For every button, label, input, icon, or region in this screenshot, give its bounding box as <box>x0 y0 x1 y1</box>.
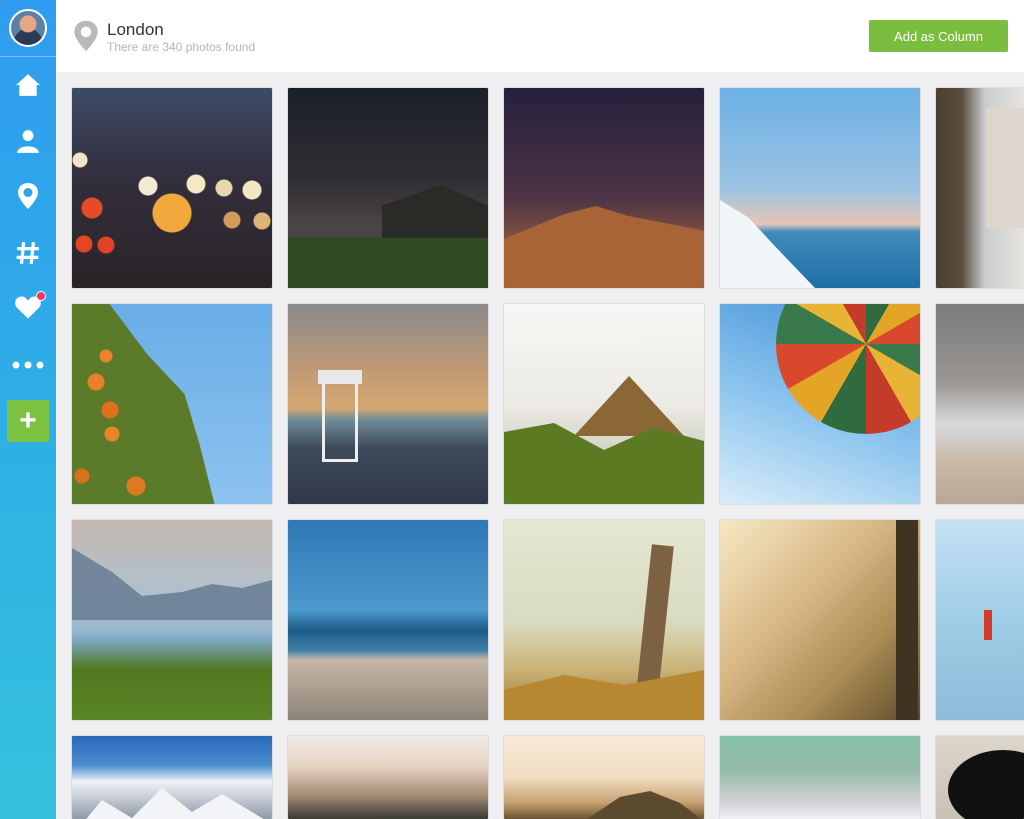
photo-thumbnail[interactable] <box>936 304 1024 504</box>
sidebar: + <box>0 0 56 819</box>
photo-thumbnail[interactable] <box>288 520 488 720</box>
add-stream-button[interactable]: + <box>7 400 49 442</box>
sidebar-item-more[interactable] <box>8 345 48 385</box>
photo-thumbnail[interactable] <box>936 520 1024 720</box>
avatar[interactable] <box>9 9 47 47</box>
photo-thumbnail[interactable] <box>72 304 272 504</box>
photo-thumbnail[interactable] <box>504 520 704 720</box>
photo-thumbnail[interactable] <box>288 304 488 504</box>
sidebar-item-profile[interactable] <box>8 121 48 161</box>
user-icon <box>17 130 39 153</box>
photo-thumbnail[interactable] <box>72 88 272 288</box>
photo-thumbnail[interactable] <box>288 88 488 288</box>
photo-thumbnail[interactable] <box>504 736 704 819</box>
add-as-column-button[interactable]: Add as Column <box>869 20 1008 52</box>
hashtag-icon <box>16 242 39 264</box>
notification-dot <box>36 291 46 301</box>
photo-thumbnail[interactable] <box>504 304 704 504</box>
location-pin-icon <box>18 183 38 209</box>
photo-thumbnail[interactable] <box>72 736 272 819</box>
home-icon <box>16 74 40 96</box>
photo-thumbnail[interactable] <box>936 88 1024 288</box>
photo-thumbnail[interactable] <box>720 304 920 504</box>
photo-thumbnail[interactable] <box>720 736 920 819</box>
photo-count: There are 340 photos found <box>107 40 256 54</box>
sidebar-item-hashtag[interactable] <box>8 233 48 273</box>
photo-thumbnail[interactable] <box>720 88 920 288</box>
photo-thumbnail[interactable] <box>936 736 1024 819</box>
sidebar-item-likes[interactable] <box>8 287 48 327</box>
more-dots-icon <box>12 361 44 369</box>
header: London There are 340 photos found Add as… <box>56 0 1024 72</box>
sidebar-divider <box>0 56 56 57</box>
sidebar-item-home[interactable] <box>8 65 48 105</box>
photo-thumbnail[interactable] <box>288 736 488 819</box>
sidebar-item-location[interactable] <box>8 176 48 216</box>
page-title: London <box>107 20 164 39</box>
photo-thumbnail[interactable] <box>72 520 272 720</box>
photo-thumbnail[interactable] <box>504 88 704 288</box>
location-pin-icon <box>74 20 98 52</box>
photo-thumbnail[interactable] <box>720 520 920 720</box>
plus-icon: + <box>19 404 37 437</box>
